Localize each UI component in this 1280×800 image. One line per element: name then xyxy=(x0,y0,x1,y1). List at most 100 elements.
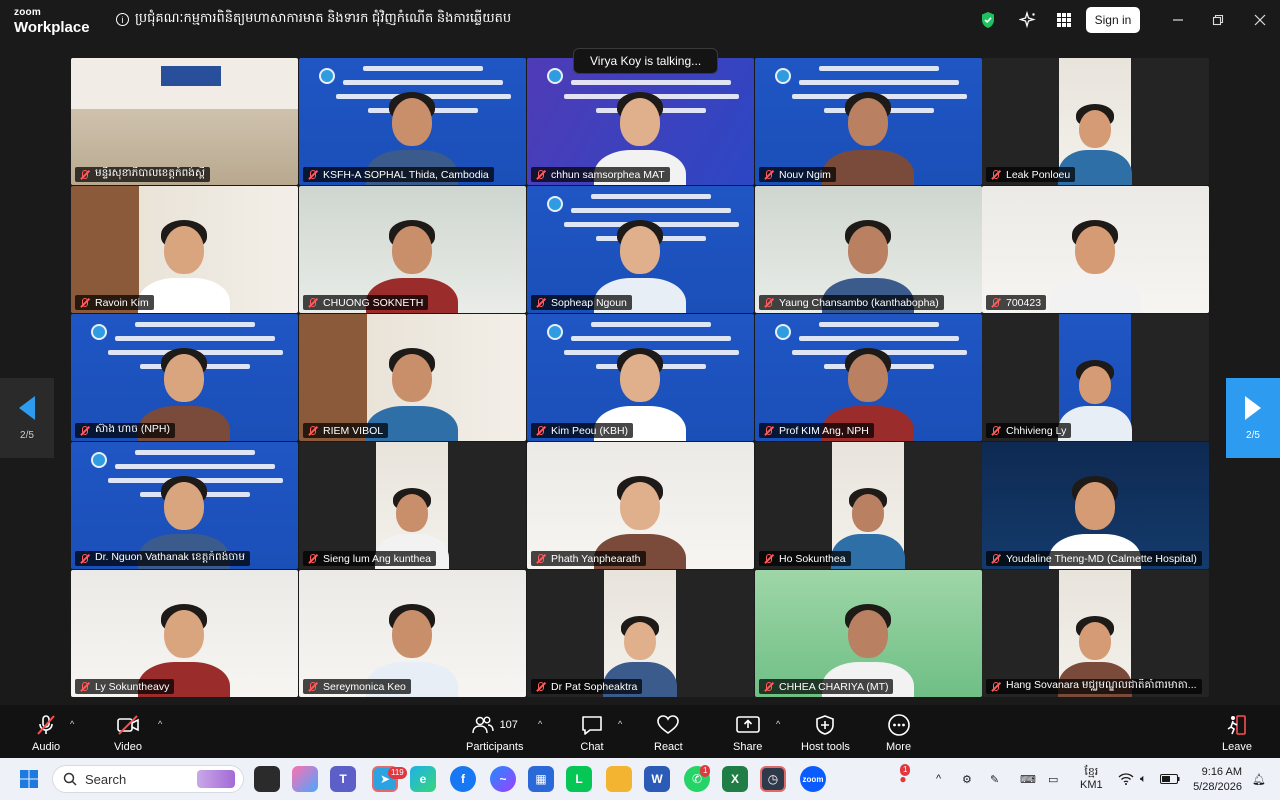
wifi-icon[interactable] xyxy=(1118,758,1134,800)
system-clock[interactable]: 9:16 AM 5/28/2026 xyxy=(1190,765,1242,795)
participant-tile[interactable]: KSFH-A SOPHAL Thida, Cambodia xyxy=(299,58,526,185)
participant-name: Dr Pat Sopheaktra xyxy=(551,680,638,693)
file-explorer-icon[interactable] xyxy=(606,766,632,792)
participant-tile[interactable]: CHUONG SOKNETH xyxy=(299,186,526,313)
mic-muted-icon xyxy=(762,681,774,693)
more-button[interactable]: More xyxy=(886,713,911,753)
video-options-caret[interactable]: ^ xyxy=(158,719,162,729)
video-stage: មន្ទីរសុខាភិបាលខេត្តកំពង់ស្ពឺ KSFH-A SOPH… xyxy=(0,40,1280,705)
participant-tile[interactable]: Hang Sovanara មជ្ឈមណ្ឌលជាតិគាំពារមាតា... xyxy=(982,570,1209,697)
participant-tile[interactable]: មន្ទីរសុខាភិបាលខេត្តកំពង់ស្ពឺ xyxy=(71,58,298,185)
participant-name: Sieng lum Ang kunthea xyxy=(323,552,431,565)
mic-muted-icon xyxy=(762,169,774,181)
shield-icon[interactable] xyxy=(978,10,998,30)
participant-nameplate: Ly Sokuntheavy xyxy=(75,679,175,694)
copilot-icon[interactable] xyxy=(292,766,318,792)
video-label: Video xyxy=(114,741,142,753)
teams-icon[interactable]: T xyxy=(330,766,356,792)
participant-nameplate: KSFH-A SOPHAL Thida, Cambodia xyxy=(303,167,494,182)
apps-grid-icon[interactable] xyxy=(1054,10,1074,30)
participant-tile[interactable]: Chhivieng Ly xyxy=(982,314,1209,441)
participant-nameplate: Nouv Ngim xyxy=(759,167,836,182)
mic-muted-icon xyxy=(534,297,546,309)
edge-icon[interactable]: e xyxy=(410,766,436,792)
participant-tile[interactable]: Sereymonica Keo xyxy=(299,570,526,697)
participant-name: KSFH-A SOPHAL Thida, Cambodia xyxy=(323,168,489,181)
display-icon[interactable]: ▭ xyxy=(1048,758,1058,800)
participant-tile[interactable]: Yaung Chansambo (kanthabopha) xyxy=(755,186,982,313)
zoom-taskbar-icon[interactable]: zoom xyxy=(800,766,826,792)
store-icon[interactable]: ▦ xyxy=(528,766,554,792)
next-page-button[interactable]: 2/5 xyxy=(1226,378,1280,458)
participant-tile[interactable]: Ly Sokuntheavy xyxy=(71,570,298,697)
host-tools-button[interactable]: Host tools xyxy=(801,713,850,753)
participant-tile[interactable]: chhun samsorphea MAT xyxy=(527,58,754,185)
participant-tile[interactable]: Sopheap Ngoun xyxy=(527,186,754,313)
network-settings-icon[interactable]: ⚙ xyxy=(962,758,972,800)
participant-tile[interactable]: RIEM VIBOL xyxy=(299,314,526,441)
word-icon[interactable]: W xyxy=(644,766,670,792)
participant-name: Youdaline Theng-MD (Calmette Hospital) xyxy=(1006,552,1197,565)
participant-tile[interactable]: Ravoin Kim xyxy=(71,186,298,313)
search-icon xyxy=(63,772,77,786)
share-options-caret[interactable]: ^ xyxy=(776,719,780,729)
participant-tile[interactable]: Ho Sokunthea xyxy=(755,442,982,569)
restore-icon[interactable] xyxy=(1208,10,1228,30)
participant-tile[interactable]: 700423 xyxy=(982,186,1209,313)
language-indicator[interactable]: ខ្មែរ KM1 xyxy=(1080,758,1103,800)
leave-icon xyxy=(1225,713,1249,737)
taskbar-search[interactable]: Search xyxy=(52,765,244,793)
react-button[interactable]: React xyxy=(654,713,683,753)
chat-options-caret[interactable]: ^ xyxy=(618,719,622,729)
sparkle-icon[interactable] xyxy=(1018,10,1038,30)
audio-options-caret[interactable]: ^ xyxy=(70,719,74,729)
participant-tile[interactable]: Sieng lum Ang kunthea xyxy=(299,442,526,569)
previous-page-button[interactable]: 2/5 xyxy=(0,378,54,458)
keyboard-icon[interactable]: ⌨ xyxy=(1020,758,1036,800)
mic-muted-icon xyxy=(762,553,774,565)
task-view-icon[interactable] xyxy=(254,766,280,792)
volume-icon[interactable]: 🔈︎ xyxy=(1140,758,1147,800)
participant-tile[interactable]: Kim Peou (KBH) xyxy=(527,314,754,441)
participant-nameplate: CHUONG SOKNETH xyxy=(303,295,429,310)
sign-in-button[interactable]: Sign in xyxy=(1086,7,1140,33)
react-label: React xyxy=(654,741,683,753)
participant-tile[interactable]: Youdaline Theng-MD (Calmette Hospital) xyxy=(982,442,1209,569)
audio-button[interactable]: Audio xyxy=(32,713,60,753)
participant-tile[interactable]: Phath Yanphearath xyxy=(527,442,754,569)
participant-tile[interactable]: CHHEA CHARIYA (MT) xyxy=(755,570,982,697)
participant-name: ស៊ាង ហាច (NPH) xyxy=(95,423,170,435)
messenger-icon[interactable]: ~ xyxy=(490,766,516,792)
line-icon[interactable]: L xyxy=(566,766,592,792)
windows-start-icon[interactable] xyxy=(16,766,42,792)
participant-nameplate: មន្ទីរសុខាភិបាលខេត្តកំពង់ស្ពឺ xyxy=(75,167,210,182)
leave-button[interactable]: Leave xyxy=(1222,713,1252,753)
participants-options-caret[interactable]: ^ xyxy=(538,719,542,729)
video-button[interactable]: Video xyxy=(114,713,142,753)
participant-tile[interactable]: Leak Ponloeu xyxy=(982,58,1209,185)
meeting-title[interactable]: i ប្រជុំគណៈកម្មការពិនិត្យមហាសាការមាត និង… xyxy=(116,10,511,29)
chevron-up-icon[interactable]: ^ xyxy=(936,758,941,800)
excel-icon[interactable]: X xyxy=(722,766,748,792)
minimize-icon[interactable] xyxy=(1168,10,1188,30)
participant-tile[interactable]: Dr Pat Sopheaktra xyxy=(527,570,754,697)
facebook-icon[interactable]: f xyxy=(450,766,476,792)
participant-tile[interactable]: ស៊ាង ហាច (NPH) xyxy=(71,314,298,441)
battery-icon[interactable] xyxy=(1160,758,1180,800)
participant-name: Ho Sokunthea xyxy=(779,552,846,565)
timer-app-icon[interactable]: ◷ xyxy=(760,766,786,792)
close-icon[interactable] xyxy=(1250,10,1270,30)
participant-tile[interactable]: Dr. Nguon Vathanak ខេត្តកំពង់ចាម xyxy=(71,442,298,569)
notifications-bell-icon[interactable]: 🔔︎ xyxy=(1252,758,1266,800)
chat-button[interactable]: Chat xyxy=(580,713,604,753)
participants-button[interactable]: 107 Participants xyxy=(466,713,523,753)
info-icon[interactable]: i xyxy=(116,13,129,26)
participant-tile[interactable]: Prof KIM Ang, NPH xyxy=(755,314,982,441)
participant-tile[interactable]: Nouv Ngim xyxy=(755,58,982,185)
participant-nameplate: Yaung Chansambo (kanthabopha) xyxy=(759,295,944,310)
clock-date: 5/28/2026 xyxy=(1193,781,1242,793)
share-button[interactable]: Share xyxy=(733,713,762,753)
pen-icon[interactable]: ✎ xyxy=(990,758,999,800)
participant-nameplate: chhun samsorphea MAT xyxy=(531,167,670,182)
mic-muted-icon xyxy=(534,169,546,181)
